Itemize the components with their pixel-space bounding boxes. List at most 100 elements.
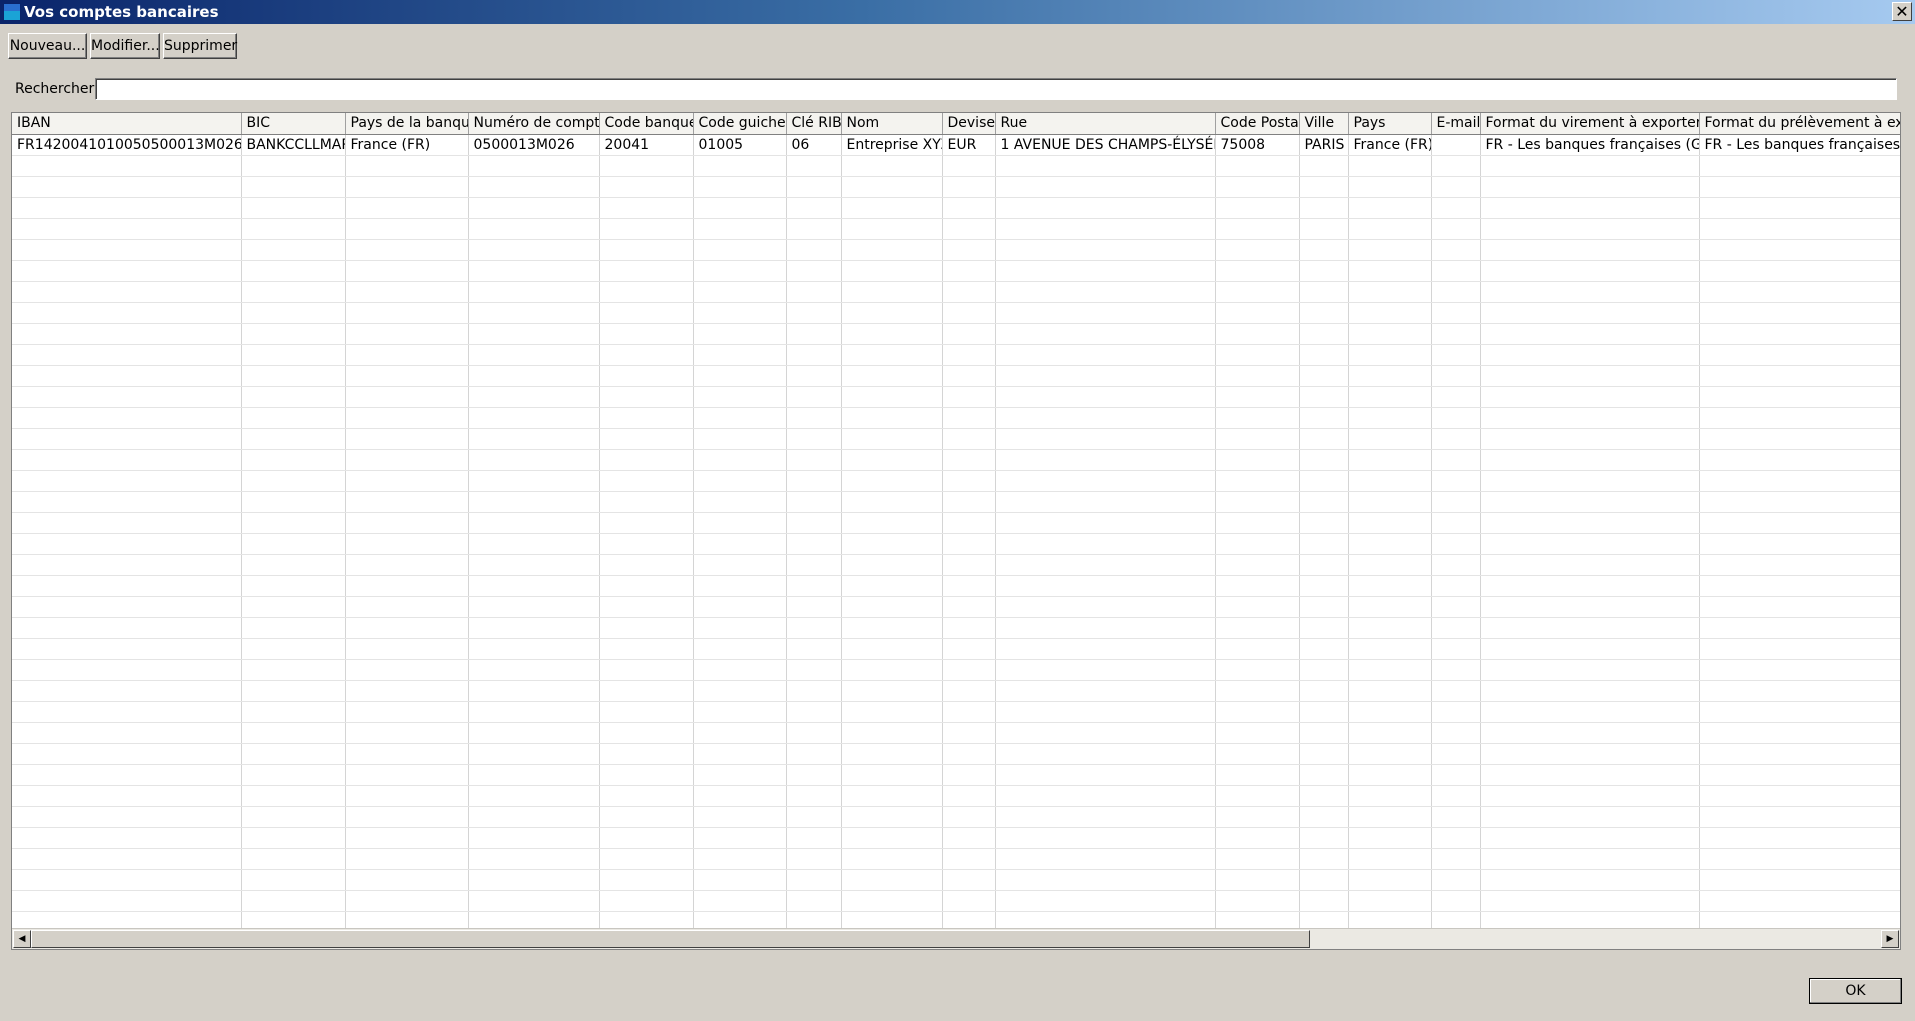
new-button[interactable]: Nouveau... <box>8 33 87 59</box>
empty-cell <box>345 428 469 450</box>
empty-cell <box>12 407 242 429</box>
empty-cell <box>841 722 943 744</box>
table-cell: 06 <box>786 134 842 156</box>
empty-cell <box>241 827 346 849</box>
close-icon[interactable]: ✕ <box>1892 2 1912 21</box>
column-header[interactable]: Numéro de compte <box>468 113 600 135</box>
empty-cell <box>841 155 943 177</box>
column-header[interactable]: Devise <box>942 113 996 135</box>
empty-cell <box>786 596 842 618</box>
column-header[interactable]: Pays <box>1348 113 1432 135</box>
table-cell: FR1420041010050500013M02606 <box>12 134 242 156</box>
empty-cell <box>942 722 996 744</box>
empty-cell <box>1348 197 1432 219</box>
column-header[interactable]: Rue <box>995 113 1216 135</box>
empty-cell <box>1699 911 1900 929</box>
empty-cell <box>345 470 469 492</box>
empty-cell <box>995 470 1216 492</box>
empty-cell <box>693 659 787 681</box>
empty-cell <box>942 911 996 929</box>
empty-cell <box>468 722 600 744</box>
column-header[interactable]: Nom <box>841 113 943 135</box>
empty-cell <box>1215 407 1300 429</box>
search-input[interactable] <box>95 78 1897 100</box>
empty-cell <box>1348 365 1432 387</box>
empty-cell <box>942 365 996 387</box>
empty-cell <box>1480 407 1700 429</box>
empty-cell <box>1431 722 1481 744</box>
empty-cell <box>1348 638 1432 660</box>
empty-cell <box>241 701 346 723</box>
empty-cell <box>345 596 469 618</box>
empty-cell <box>841 386 943 408</box>
empty-cell <box>241 386 346 408</box>
column-header[interactable]: Code Postal <box>1215 113 1300 135</box>
empty-cell <box>345 407 469 429</box>
empty-cell <box>599 407 694 429</box>
empty-cell <box>1215 638 1300 660</box>
empty-cell <box>1215 848 1300 870</box>
empty-cell <box>1215 449 1300 471</box>
empty-cell <box>1699 260 1900 282</box>
column-header[interactable]: IBAN <box>12 113 242 135</box>
empty-cell <box>693 197 787 219</box>
empty-cell <box>599 428 694 450</box>
column-header[interactable]: Clé RIB <box>786 113 842 135</box>
empty-cell <box>1348 680 1432 702</box>
empty-cell <box>1348 785 1432 807</box>
empty-cell <box>995 848 1216 870</box>
column-header[interactable]: Format du prélèvement à exporter <box>1699 113 1900 135</box>
empty-cell <box>345 512 469 534</box>
empty-cell <box>1699 764 1900 786</box>
column-header[interactable]: Format du virement à exporter <box>1480 113 1700 135</box>
empty-cell <box>468 260 600 282</box>
empty-cell <box>599 344 694 366</box>
column-header[interactable]: Code guichet <box>693 113 787 135</box>
empty-cell <box>1215 302 1300 324</box>
edit-button[interactable]: Modifier... <box>90 33 160 59</box>
empty-cell <box>693 701 787 723</box>
empty-cell <box>786 575 842 597</box>
empty-cell <box>1431 386 1481 408</box>
empty-cell <box>241 155 346 177</box>
empty-cell <box>1431 701 1481 723</box>
empty-cell <box>1299 323 1349 345</box>
empty-cell <box>241 785 346 807</box>
empty-cell <box>1299 260 1349 282</box>
empty-cell <box>468 785 600 807</box>
column-header[interactable]: Code banque <box>599 113 694 135</box>
empty-cell <box>241 512 346 534</box>
scroll-right-icon[interactable]: ▶ <box>1881 930 1899 948</box>
empty-cell <box>1348 218 1432 240</box>
empty-cell <box>599 638 694 660</box>
empty-cell <box>693 848 787 870</box>
column-header[interactable]: Pays de la banque <box>345 113 469 135</box>
empty-cell <box>1480 785 1700 807</box>
ok-button[interactable]: OK <box>1809 978 1902 1004</box>
empty-cell <box>241 449 346 471</box>
empty-cell <box>1299 911 1349 929</box>
empty-cell <box>1348 617 1432 639</box>
empty-cell <box>1348 260 1432 282</box>
horizontal-scrollbar[interactable]: ◀ ▶ <box>12 928 1900 949</box>
column-header[interactable]: BIC <box>241 113 346 135</box>
scroll-left-icon[interactable]: ◀ <box>13 930 31 948</box>
empty-cell <box>942 512 996 534</box>
empty-cell <box>1348 575 1432 597</box>
empty-cell <box>1480 890 1700 912</box>
column-header[interactable]: E-mail <box>1431 113 1481 135</box>
empty-cell <box>12 554 242 576</box>
empty-cell <box>12 533 242 555</box>
scrollbar-thumb[interactable] <box>31 930 1310 948</box>
table-row[interactable]: FR1420041010050500013M02606 BANKCCLLMAR Fr… <box>12 134 1900 156</box>
empty-cell <box>1480 365 1700 387</box>
empty-cell <box>1215 680 1300 702</box>
empty-cell <box>942 785 996 807</box>
empty-cell <box>345 449 469 471</box>
empty-row <box>12 470 1900 492</box>
empty-cell <box>995 365 1216 387</box>
delete-button[interactable]: Supprimer <box>163 33 237 59</box>
empty-cell <box>468 344 600 366</box>
empty-cell <box>995 491 1216 513</box>
column-header[interactable]: Ville <box>1299 113 1349 135</box>
